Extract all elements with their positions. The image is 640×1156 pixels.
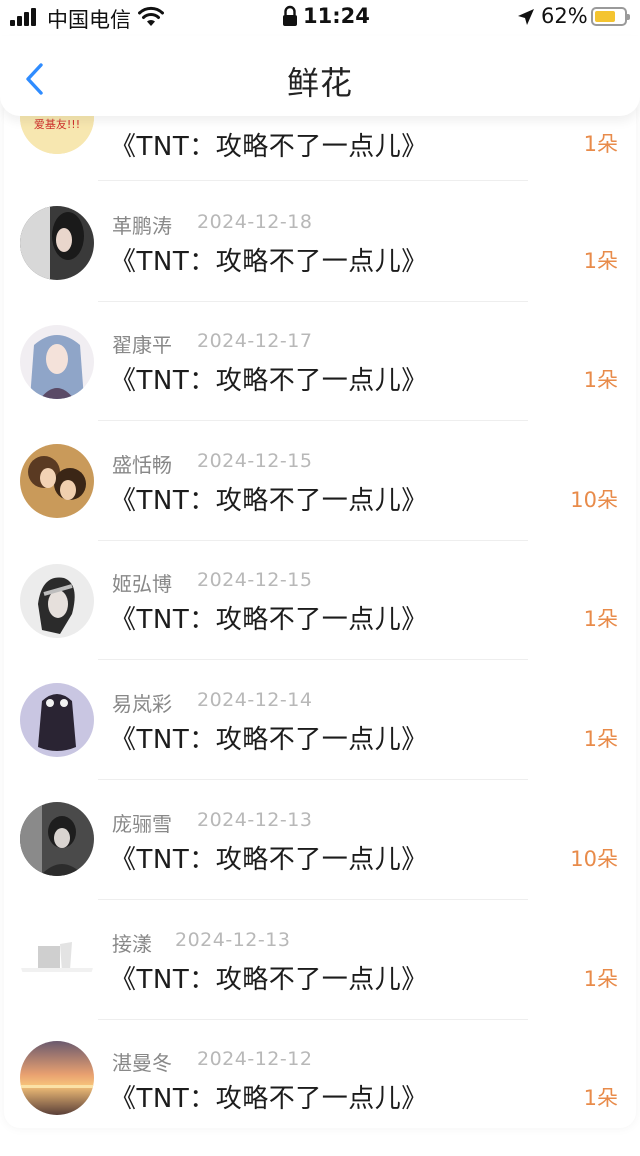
- flower-count: 1朵: [583, 727, 618, 751]
- list-item[interactable]: 姬弘博 2024-12-15 《TNT：攻略不了一点儿》 1朵: [0, 558, 640, 677]
- sender-name: 盛恬畅: [112, 453, 172, 477]
- list-item[interactable]: 革鹏涛 2024-12-18 《TNT：攻略不了一点儿》 1朵: [0, 200, 640, 319]
- sender-name: 湛曼冬: [112, 1051, 172, 1075]
- send-date: 2024-12-14: [197, 689, 313, 711]
- sender-name: 庞骊雪: [112, 812, 172, 836]
- send-date: 2024-12-17: [197, 330, 313, 352]
- wifi-icon: [138, 6, 164, 26]
- book-title: 《TNT：攻略不了一点儿》: [110, 965, 428, 995]
- divider: [98, 899, 528, 900]
- book-title: 《TNT：攻略不了一点儿》: [110, 605, 428, 635]
- battery-level: [595, 11, 615, 22]
- book-title: 《TNT：攻略不了一点儿》: [110, 132, 428, 162]
- book-title: 《TNT：攻略不了一点儿》: [110, 486, 428, 516]
- avatar: [20, 325, 94, 399]
- divider: [98, 1019, 528, 1020]
- divider: [98, 420, 528, 421]
- flower-count: 1朵: [583, 1086, 618, 1110]
- carrier-label: 中国电信: [47, 8, 131, 32]
- lock-icon: [283, 5, 297, 26]
- send-date: 2024-12-18: [197, 211, 313, 233]
- list-item[interactable]: 盛恬畅 2024-12-15 《TNT：攻略不了一点儿》 10朵: [0, 439, 640, 558]
- sender-name: 接漾: [112, 932, 152, 956]
- list-item[interactable]: 翟康平 2024-12-17 《TNT：攻略不了一点儿》 1朵: [0, 319, 640, 438]
- list-item[interactable]: 湛曼冬 2024-12-12 《TNT：攻略不了一点儿》 1朵: [0, 1037, 640, 1156]
- avatar: [20, 683, 94, 757]
- time-label: 11:24: [303, 4, 370, 28]
- avatar: [20, 922, 94, 996]
- divider: [98, 659, 528, 660]
- book-title: 《TNT：攻略不了一点儿》: [110, 725, 428, 755]
- nav-header: 鲜花: [0, 36, 640, 116]
- battery-percent-label: 62%: [541, 4, 588, 28]
- flower-count: 1朵: [583, 249, 618, 273]
- book-title: 《TNT：攻略不了一点儿》: [110, 366, 428, 396]
- flower-record-list[interactable]: 爱基友!!! 《TNT：攻略不了一点儿》 1朵 革鹏涛 2024-12-18 《…: [0, 80, 640, 1138]
- divider: [98, 301, 528, 302]
- book-title: 《TNT：攻略不了一点儿》: [110, 247, 428, 277]
- flower-count: 1朵: [583, 967, 618, 991]
- avatar: [20, 206, 94, 280]
- send-date: 2024-12-15: [197, 450, 313, 472]
- sender-name: 姬弘博: [112, 572, 172, 596]
- divider: [98, 540, 528, 541]
- avatar: [20, 802, 94, 876]
- avatar-lettering: 爱基友!!!: [34, 117, 80, 131]
- divider: [98, 779, 528, 780]
- flower-count: 1朵: [583, 607, 618, 631]
- avatar: [20, 1041, 94, 1115]
- divider: [98, 180, 528, 181]
- battery-icon: [591, 7, 630, 26]
- status-bar: 中国电信 11:24 62%: [0, 0, 640, 36]
- book-title: 《TNT：攻略不了一点儿》: [110, 1084, 428, 1114]
- flower-count: 10朵: [570, 847, 618, 871]
- flower-count: 10朵: [570, 488, 618, 512]
- book-title: 《TNT：攻略不了一点儿》: [110, 845, 428, 875]
- send-date: 2024-12-15: [197, 569, 313, 591]
- avatar: [20, 564, 94, 638]
- send-date: 2024-12-13: [175, 929, 291, 951]
- sender-name: 易岚彩: [112, 692, 172, 716]
- send-date: 2024-12-13: [197, 809, 313, 831]
- send-date: 2024-12-12: [197, 1048, 313, 1070]
- sender-name: 翟康平: [112, 333, 172, 357]
- flower-count: 1朵: [583, 132, 618, 156]
- list-item[interactable]: 易岚彩 2024-12-14 《TNT：攻略不了一点儿》 1朵: [0, 678, 640, 797]
- location-arrow-icon: [518, 9, 534, 25]
- list-item[interactable]: 接漾 2024-12-13 《TNT：攻略不了一点儿》 1朵: [0, 918, 640, 1037]
- page-title: 鲜花: [286, 64, 353, 102]
- sender-name: 革鹏涛: [112, 214, 172, 238]
- list-item[interactable]: 庞骊雪 2024-12-13 《TNT：攻略不了一点儿》 10朵: [0, 798, 640, 917]
- avatar: [20, 444, 94, 518]
- cellular-signal-icon: [10, 8, 40, 26]
- flower-count: 1朵: [583, 368, 618, 392]
